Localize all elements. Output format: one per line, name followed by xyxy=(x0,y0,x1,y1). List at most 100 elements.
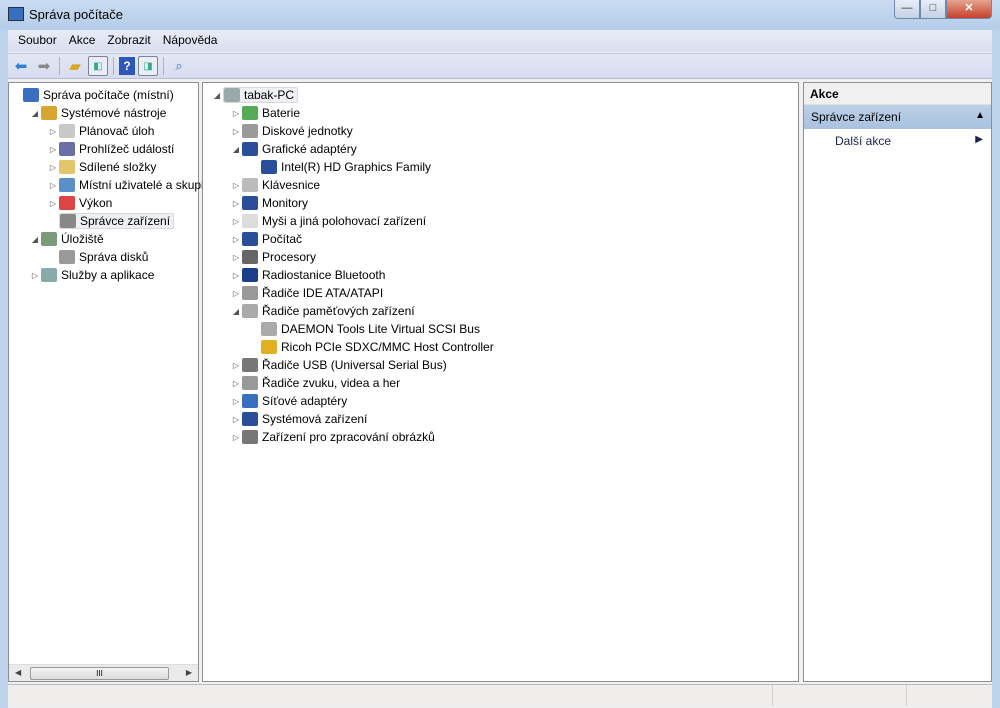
tree-item[interactable]: ▷ Diskové jednotky xyxy=(230,122,353,140)
battery-icon xyxy=(242,106,258,120)
display-adapter-icon xyxy=(242,142,258,156)
up-folder-icon[interactable]: ▰ xyxy=(65,56,85,76)
expander-icon[interactable]: ▷ xyxy=(47,181,59,190)
tree-item-content: Řadiče paměťových zařízení xyxy=(242,304,415,318)
menu-soubor[interactable]: Soubor xyxy=(12,30,63,52)
tree-item[interactable]: Správa disků xyxy=(47,248,148,266)
tree-item[interactable]: ▷ Řadiče IDE ATA/ATAPI xyxy=(230,284,383,302)
tree-item[interactable]: ▷ Síťové adaptéry xyxy=(230,392,347,410)
menu-napoveda[interactable]: Nápověda xyxy=(157,30,224,52)
status-panel xyxy=(8,685,773,706)
expander-icon[interactable]: ▷ xyxy=(230,289,242,298)
menu-akce[interactable]: Akce xyxy=(63,30,102,52)
menu-zobrazit[interactable]: Zobrazit xyxy=(101,30,156,52)
expander-icon[interactable]: ▷ xyxy=(230,127,242,136)
back-icon[interactable]: ⬅ xyxy=(11,56,31,76)
tree-item-content: Monitory xyxy=(242,196,308,210)
disk-drive-icon xyxy=(242,124,258,138)
tree-item-content: Správa počítače (místní) xyxy=(23,88,174,102)
collapse-icon[interactable]: ▲ xyxy=(975,110,985,121)
tree-item[interactable]: ▷ Služby a aplikace xyxy=(29,266,154,284)
storage-controller-icon xyxy=(242,304,258,318)
tree-item-content: Prohlížeč událostí xyxy=(59,142,174,156)
tree-item[interactable]: ▷ Výkon xyxy=(47,194,112,212)
tree-item[interactable]: ◢ Systémové nástroje xyxy=(29,104,166,122)
minimize-button[interactable]: — xyxy=(894,0,920,19)
expander-icon[interactable]: ▷ xyxy=(230,271,242,280)
tree-item-label: Síťové adaptéry xyxy=(262,394,348,408)
tree-item[interactable]: Ricoh PCIe SDXC/MMC Host Controller xyxy=(249,338,494,356)
show-hide-console-tree-icon[interactable]: ◧ xyxy=(88,56,108,76)
tree-item[interactable]: DAEMON Tools Lite Virtual SCSI Bus xyxy=(249,320,480,338)
display-adapter-icon xyxy=(261,160,277,174)
expander-icon[interactable]: ◢ xyxy=(230,145,242,154)
tree-item[interactable]: ▷ Sdílené složky xyxy=(47,158,156,176)
tree-item[interactable]: ▷ Radiostanice Bluetooth xyxy=(230,266,385,284)
tree-item[interactable]: ◢ tabak-PC xyxy=(211,86,299,104)
scrollbar-thumb[interactable]: III xyxy=(30,667,169,680)
expander-icon[interactable]: ▷ xyxy=(47,163,59,172)
expander-icon[interactable]: ▷ xyxy=(230,433,242,442)
tree-item-label: Správa disků xyxy=(79,250,149,264)
more-actions-item[interactable]: Další akce ▶ xyxy=(804,129,991,153)
tree-item[interactable]: Správa počítače (místní) xyxy=(11,86,174,104)
scroll-right-icon[interactable]: ▶ xyxy=(186,668,192,677)
tree-item[interactable]: ▷ Myši a jiná polohovací zařízení xyxy=(230,212,426,230)
expander-icon[interactable]: ◢ xyxy=(29,109,41,118)
forward-icon[interactable]: ➡ xyxy=(34,56,54,76)
tree-item[interactable]: ▷ Klávesnice xyxy=(230,176,320,194)
shared-folder-icon xyxy=(59,160,75,174)
tree-item[interactable]: ▷ Procesory xyxy=(230,248,316,266)
tree-item[interactable]: ▷ Zařízení pro zpracování obrázků xyxy=(230,428,435,446)
expander-icon[interactable]: ▷ xyxy=(47,145,59,154)
expander-icon[interactable]: ▷ xyxy=(230,253,242,262)
title-bar: Správa počítače — □ ✕ xyxy=(0,0,1000,30)
expander-icon[interactable]: ▷ xyxy=(230,181,242,190)
tree-item[interactable]: ◢ Úložiště xyxy=(29,230,104,248)
tree-item-label: Klávesnice xyxy=(262,178,321,192)
horizontal-scrollbar[interactable]: ◀ III ▶ xyxy=(9,664,198,681)
expander-icon[interactable]: ◢ xyxy=(211,91,223,100)
actions-section-device-manager[interactable]: Správce zařízení ▲ xyxy=(804,105,991,129)
tree-item[interactable]: ▷ Počítač xyxy=(230,230,302,248)
status-panel xyxy=(773,685,907,706)
tree-item-content: Grafické adaptéry xyxy=(242,142,357,156)
scan-hardware-icon[interactable]: ⌕ xyxy=(169,56,189,76)
expander-icon[interactable]: ▷ xyxy=(230,397,242,406)
expander-icon[interactable]: ▷ xyxy=(47,127,59,136)
tree-item[interactable]: ▷ Místní uživatelé a skupiny xyxy=(47,176,216,194)
expander-icon[interactable]: ▷ xyxy=(230,415,242,424)
show-hide-action-pane-icon[interactable]: ◨ xyxy=(138,56,158,76)
expander-icon[interactable]: ▷ xyxy=(230,379,242,388)
tree-item[interactable]: ▷ Baterie xyxy=(230,104,300,122)
tree-item[interactable]: Správce zařízení xyxy=(47,212,175,230)
tree-item[interactable]: ▷ Systémová zařízení xyxy=(230,410,367,428)
expander-icon[interactable]: ▷ xyxy=(29,271,41,280)
tree-item-label: Místní uživatelé a skupiny xyxy=(79,178,217,192)
expander-icon[interactable]: ▷ xyxy=(230,361,242,370)
tree-item-label: Monitory xyxy=(262,196,309,210)
close-button[interactable]: ✕ xyxy=(946,0,992,19)
tree-item[interactable]: ▷ Prohlížeč událostí xyxy=(47,140,174,158)
expander-icon[interactable]: ◢ xyxy=(29,235,41,244)
expander-icon[interactable]: ▷ xyxy=(230,235,242,244)
tree-item[interactable]: ▷ Plánovač úloh xyxy=(47,122,154,140)
tree-item-label: Baterie xyxy=(262,106,301,120)
scroll-left-icon[interactable]: ◀ xyxy=(15,668,21,677)
expander-icon[interactable]: ▷ xyxy=(47,199,59,208)
tree-item[interactable]: ▷ Monitory xyxy=(230,194,308,212)
expander-icon[interactable]: ▷ xyxy=(230,217,242,226)
clock-icon xyxy=(59,124,75,138)
expander-icon[interactable]: ◢ xyxy=(230,307,242,316)
help-icon[interactable]: ? xyxy=(119,57,135,75)
expander-icon[interactable]: ▷ xyxy=(230,199,242,208)
tree-item[interactable]: ◢ Řadiče paměťových zařízení xyxy=(230,302,415,320)
tree-item[interactable]: ▷ Řadiče USB (Universal Serial Bus) xyxy=(230,356,447,374)
tree-item[interactable]: Intel(R) HD Graphics Family xyxy=(249,158,431,176)
tree-item[interactable]: ◢ Grafické adaptéry xyxy=(230,140,357,158)
tree-item[interactable]: ▷ Řadiče zvuku, videa a her xyxy=(230,374,400,392)
computer-management-icon xyxy=(23,88,39,102)
maximize-button[interactable]: □ xyxy=(920,0,946,19)
keyboard-icon xyxy=(242,178,258,192)
expander-icon[interactable]: ▷ xyxy=(230,109,242,118)
